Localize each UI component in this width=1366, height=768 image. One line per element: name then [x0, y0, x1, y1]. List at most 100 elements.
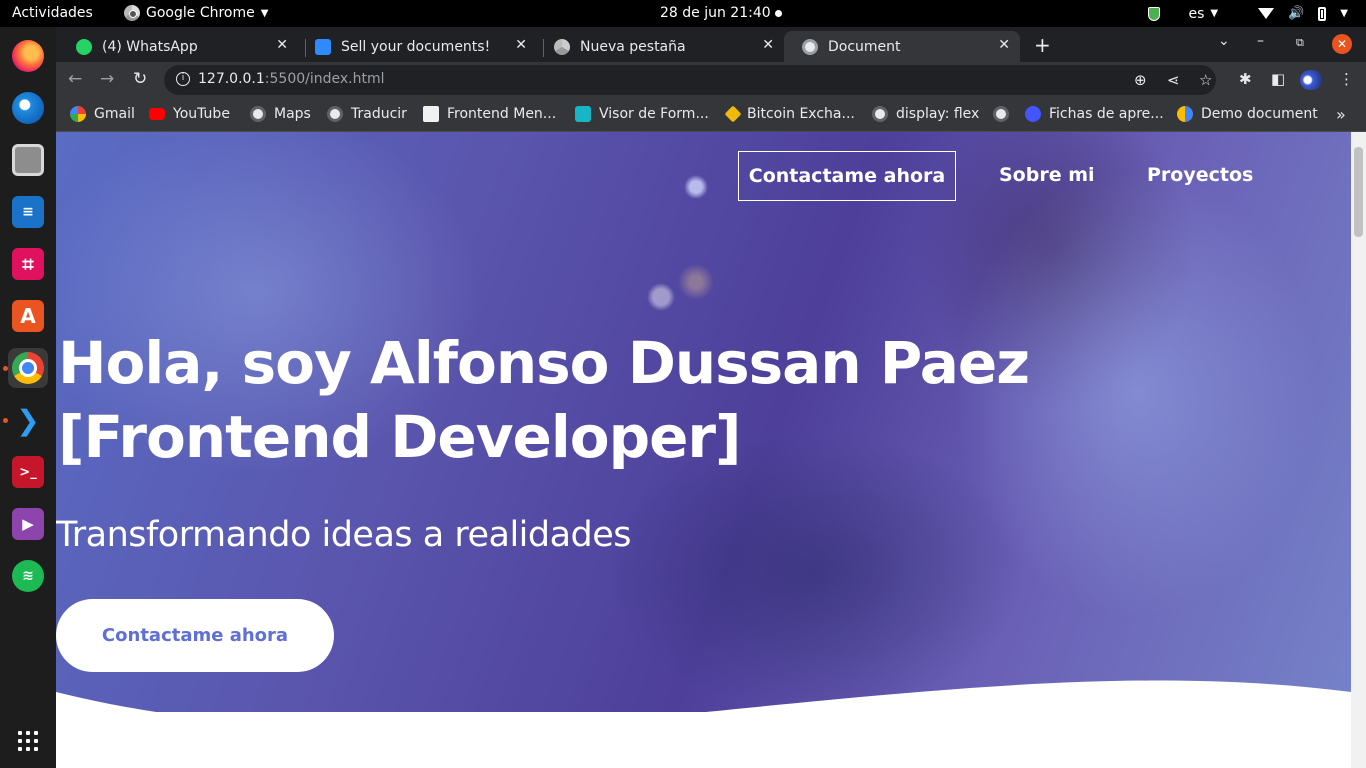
app-menu[interactable]: Google Chrome ▼ [124, 5, 268, 21]
chevron-down-icon[interactable]: ▼ [1340, 8, 1348, 19]
show-apps-grid-icon[interactable] [18, 731, 38, 751]
hero-title-line1: Hola, soy Alfonso Dussan Paez [58, 329, 1030, 397]
tab-sell-documents[interactable]: Sell your documents! ✕ [297, 31, 537, 62]
forward-arrow-icon[interactable]: → [100, 69, 114, 89]
restore-icon[interactable]: ⧉ [1296, 36, 1304, 50]
dock-chrome[interactable] [8, 348, 48, 388]
language-selector[interactable]: es ▼ [1188, 6, 1218, 22]
dock-terminal[interactable]: >_ [8, 452, 48, 492]
hero-section: Contactame ahora Sobre mi Proyectos Hola… [56, 132, 1351, 712]
extensions-puzzle-icon[interactable]: ✱ [1239, 70, 1252, 88]
bookmark-star-icon[interactable]: ☆ [1199, 71, 1212, 89]
tab-search-chevron-icon[interactable]: ⌄ [1218, 33, 1230, 49]
activities-button[interactable]: Actividades [12, 5, 93, 21]
bookmark-fichas[interactable]: Fichas de apre... [1025, 106, 1164, 122]
shield-icon[interactable] [1148, 6, 1161, 21]
dock-media-player[interactable]: ▶ [8, 504, 48, 544]
reload-icon[interactable]: ↻ [133, 69, 147, 89]
new-tab-plus-icon[interactable]: + [1034, 33, 1051, 57]
close-tab-icon[interactable]: ✕ [515, 37, 527, 53]
hero-title: Hola, soy Alfonso Dussan Paez [Frontend … [58, 326, 1058, 474]
bookmark-display-flex[interactable]: display: flex [872, 106, 979, 122]
close-tab-icon[interactable]: ✕ [276, 37, 288, 53]
nav-projects-link[interactable]: Proyectos [1147, 164, 1253, 186]
close-tab-icon[interactable]: ✕ [762, 37, 774, 53]
clock[interactable]: 28 de jun 21:40 [660, 5, 771, 21]
chrome-icon [124, 5, 140, 21]
page-scrollbar[interactable] [1351, 132, 1366, 768]
bookmark-traducir[interactable]: Traducir [327, 106, 407, 122]
url-host: 127.0.0.1 [198, 71, 265, 87]
more-menu-icon[interactable]: ⋮ [1339, 70, 1354, 88]
profile-avatar[interactable] [1300, 70, 1322, 90]
bookmark-label: Visor de Form... [599, 106, 709, 122]
youtube-icon [149, 108, 165, 120]
bookmark-maps[interactable]: Maps [250, 106, 311, 122]
dock-screenshot[interactable]: ⌗ [8, 244, 48, 284]
bookmark-demo-document[interactable]: Demo document [1177, 106, 1318, 122]
bookmark-youtube[interactable]: YouTube [149, 106, 230, 122]
dock-vscode[interactable]: ❯ [8, 400, 48, 440]
system-top-bar: Actividades Google Chrome ▼ 28 de jun 21… [0, 0, 1366, 27]
dock-firefox[interactable] [8, 36, 48, 76]
window-close-icon[interactable]: ✕ [1332, 34, 1352, 54]
bookmark-bitcoin-exchange[interactable]: Bitcoin Excha... [724, 105, 855, 123]
globe-icon [250, 106, 266, 122]
thunderbird-icon [12, 92, 44, 124]
dock: ≡ ⌗ A ❯ >_ ▶ ≋ [0, 27, 56, 768]
bookmark-gmail[interactable]: Gmail [70, 106, 135, 122]
dock-files[interactable] [8, 140, 48, 180]
chrome-icon [12, 352, 44, 384]
url-text[interactable]: 127.0.0.1:5500/index.html [198, 71, 385, 87]
dock-writer[interactable]: ≡ [8, 192, 48, 232]
minimize-icon[interactable]: – [1257, 33, 1264, 49]
hero-title-line2: [Frontend Developer] [58, 403, 742, 471]
bookmark-visor-formularios[interactable]: Visor de Form... [575, 106, 709, 122]
terminal-icon: >_ [12, 456, 44, 488]
site-info-icon[interactable]: i [176, 72, 190, 86]
share-icon[interactable]: ⋖ [1167, 71, 1180, 89]
files-icon [12, 144, 44, 176]
chevron-down-icon: ▼ [260, 7, 269, 19]
chrome-icon [554, 38, 570, 55]
globe-icon [327, 106, 343, 122]
dock-spotify[interactable]: ≋ [8, 556, 48, 596]
hero-wave-divider [56, 680, 1351, 768]
tab-document[interactable]: Document ✕ [784, 31, 1020, 62]
system-tray[interactable]: es ▼ 🔊 ▼ [1148, 0, 1366, 27]
bookmark-label: Frontend Men... [447, 106, 557, 122]
dock-thunderbird[interactable] [8, 88, 48, 128]
close-tab-icon[interactable]: ✕ [998, 37, 1010, 53]
more-bookmarks-chevron-icon[interactable]: » [1336, 105, 1346, 124]
address-bar[interactable]: i 127.0.0.1:5500/index.html ⊕ ⋖ ☆ [164, 65, 1216, 95]
browser-toolbar: ← → ↻ i 127.0.0.1:5500/index.html ⊕ ⋖ ☆ … [56, 62, 1366, 98]
globe-icon [993, 106, 1009, 122]
volume-icon[interactable]: 🔊 [1288, 6, 1304, 21]
side-panel-icon[interactable]: ◧ [1271, 70, 1285, 88]
bookmark-untitled[interactable] [993, 106, 1017, 122]
bookmark-label: YouTube [173, 106, 230, 122]
spotify-icon: ≋ [12, 560, 44, 592]
tab-title: Nueva pestaña [580, 38, 686, 55]
bookmark-label: Demo document [1201, 106, 1318, 122]
bookmark-label: Bitcoin Excha... [747, 106, 855, 122]
sell-icon [315, 38, 331, 55]
dock-software[interactable]: A [8, 296, 48, 336]
battery-icon[interactable] [1318, 6, 1327, 21]
vscode-icon: ❯ [16, 403, 40, 437]
libreoffice-writer-icon: ≡ [12, 196, 44, 228]
scrollbar-thumb[interactable] [1354, 147, 1363, 237]
zoom-icon[interactable]: ⊕ [1134, 71, 1147, 89]
bookmark-label: Maps [274, 106, 311, 122]
tab-whatsapp[interactable]: (4) WhatsApp ✕ [58, 31, 298, 62]
globe-icon [802, 38, 818, 55]
url-path: :5500/index.html [264, 71, 385, 87]
nav-about-link[interactable]: Sobre mi [999, 164, 1095, 186]
tab-new-tab[interactable]: Nueva pestaña ✕ [536, 31, 784, 62]
bookmark-label: Gmail [94, 106, 135, 122]
back-arrow-icon[interactable]: ← [68, 69, 82, 89]
nav-contact-button[interactable]: Contactame ahora [738, 151, 956, 201]
wifi-icon[interactable] [1258, 8, 1275, 19]
bookmark-frontend-mentor[interactable]: Frontend Men... [423, 106, 556, 122]
page-viewport: Contactame ahora Sobre mi Proyectos Hola… [56, 132, 1351, 768]
